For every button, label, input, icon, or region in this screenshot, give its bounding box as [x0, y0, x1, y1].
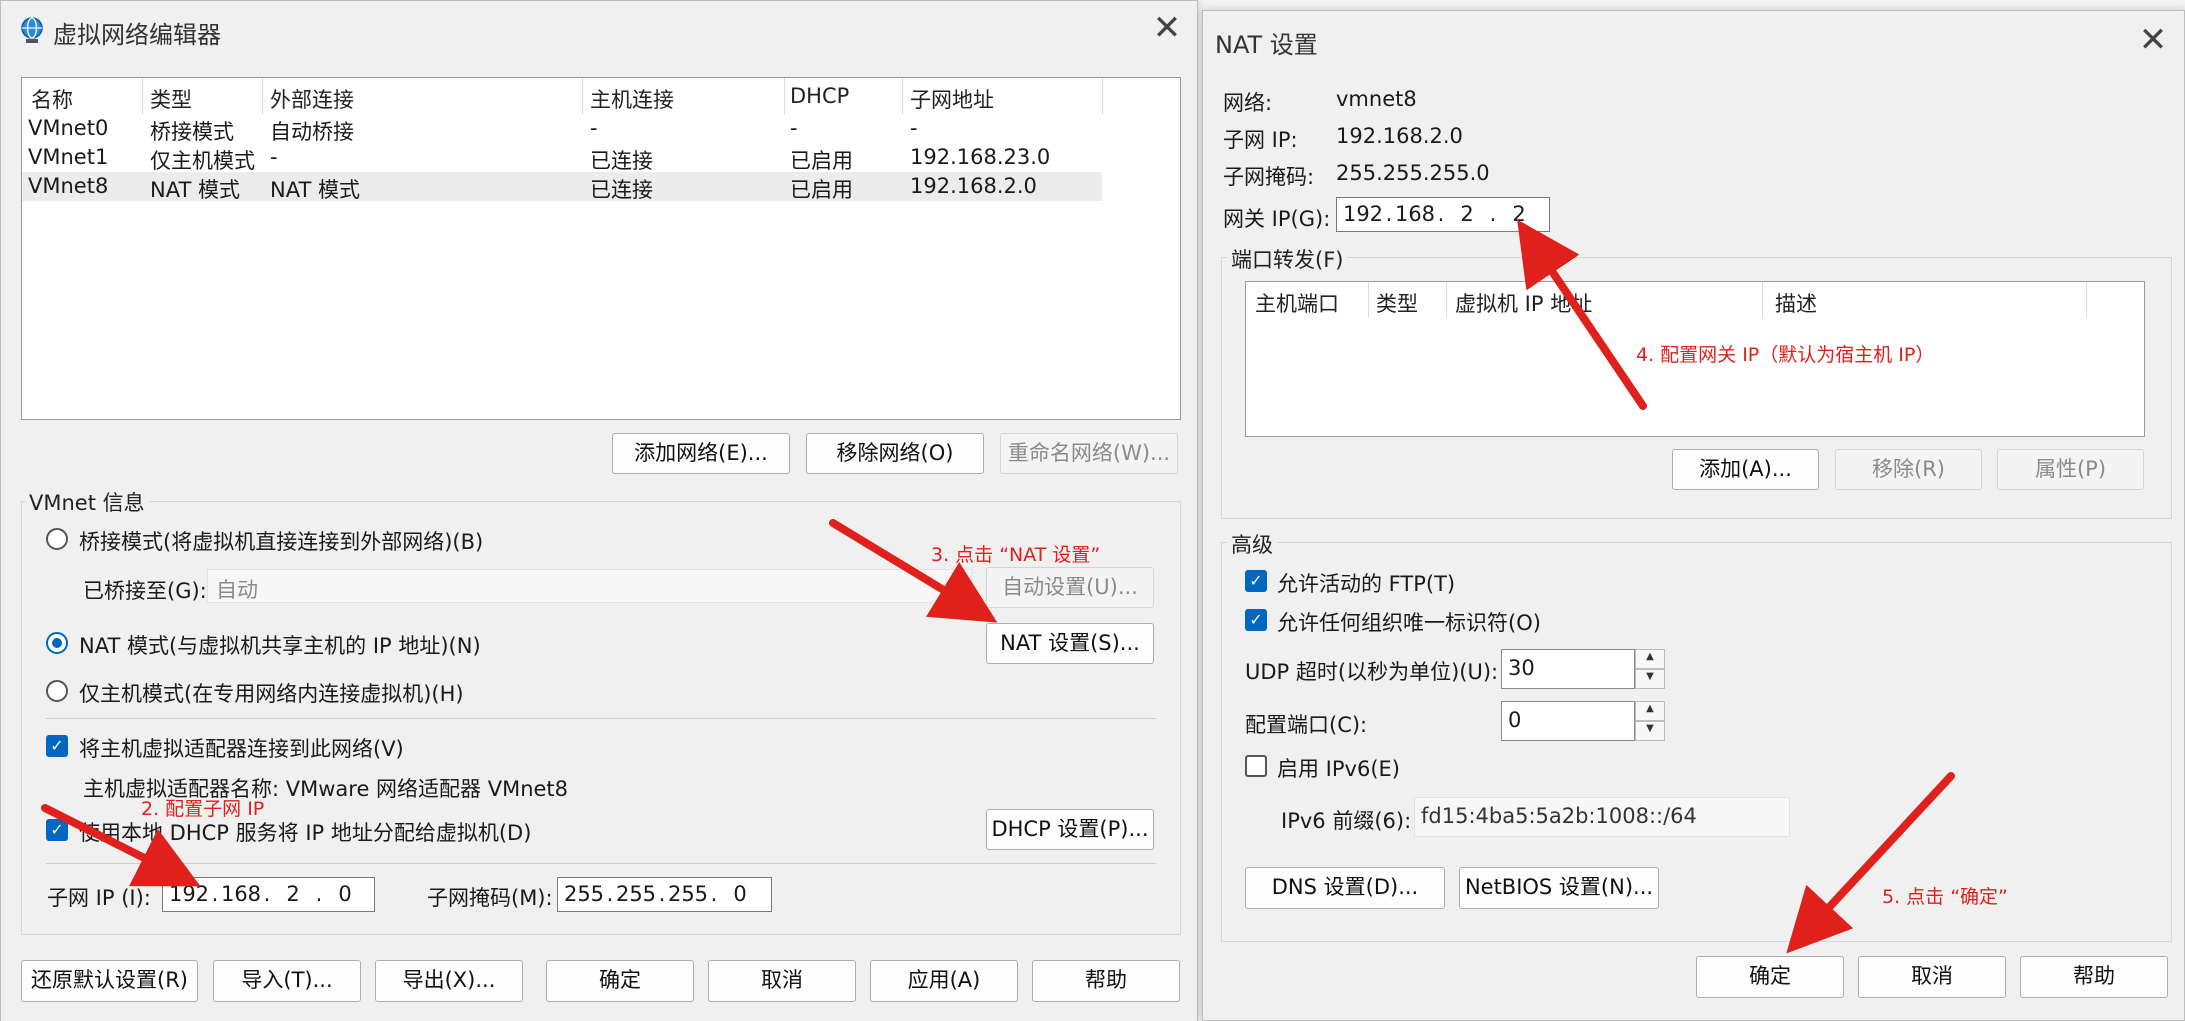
arrow-step4: [1517, 219, 1647, 410]
annotation-step5: 5. 点击 “确定”: [1882, 886, 2008, 908]
annotation-step4: 4. 配置网关 IP（默认为宿主机 IP）: [1636, 344, 1935, 366]
annotation-step3: 3. 点击 “NAT 设置”: [931, 544, 1101, 566]
annotation-step2: 2. 配置子网 IP: [141, 798, 265, 820]
annotation-arrows: [41, 219, 1955, 954]
